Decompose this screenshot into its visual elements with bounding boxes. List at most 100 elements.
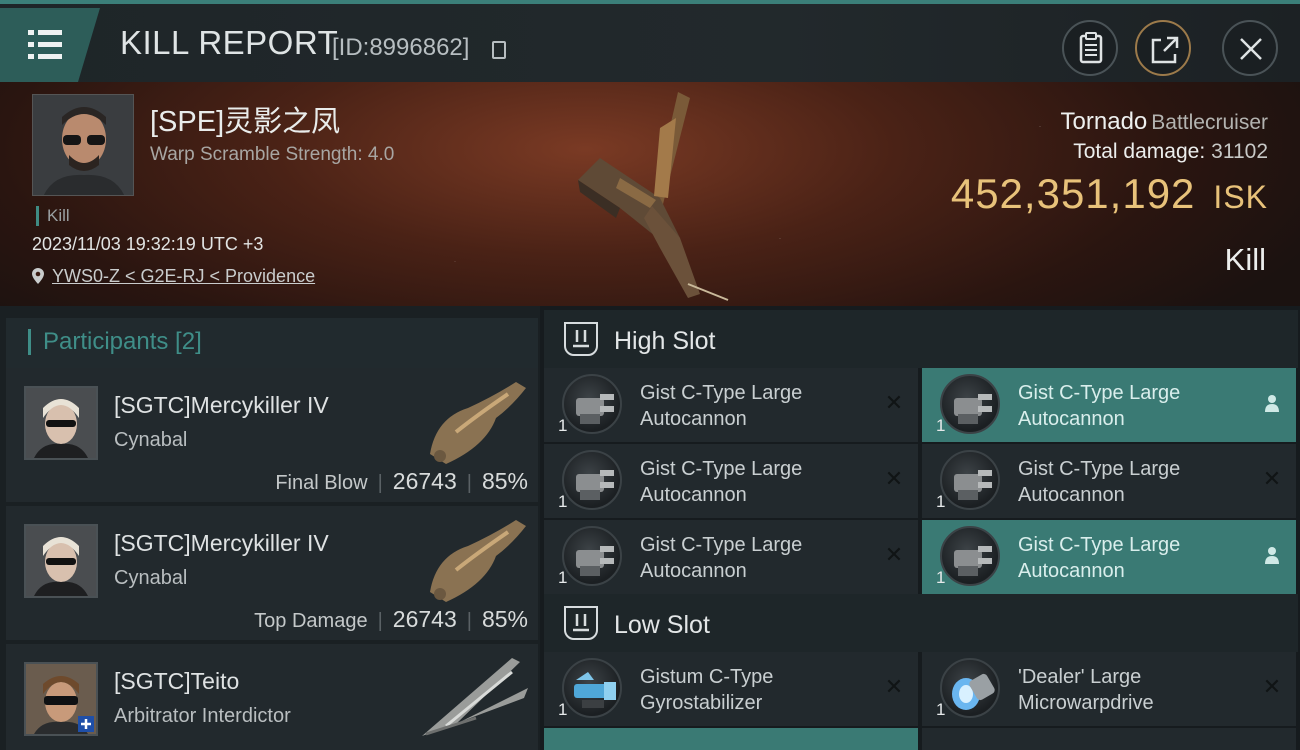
high-slot-label: High Slot <box>614 327 716 355</box>
module-name-line2: Autocannon <box>640 560 747 582</box>
module-name-line2: Autocannon <box>640 484 747 506</box>
clipboard-icon <box>1079 32 1103 64</box>
participant-avatar[interactable] <box>24 524 98 598</box>
participant-name: [SGTC]Mercykiller IV <box>114 392 329 418</box>
participant-role: Final Blow <box>275 472 368 494</box>
participant-card[interactable]: [SGTC]Mercykiller IV Cynabal Final Blow |… <box>6 368 538 502</box>
microwarpdrive-icon <box>940 658 1000 718</box>
ship-class: Battlecruiser <box>1151 111 1268 134</box>
isk-value: 452,351,192 ISK <box>951 170 1268 218</box>
module-name-line2: Autocannon <box>1018 408 1125 430</box>
page-title: KILL REPORT <box>120 24 339 61</box>
participants-header: Participants [2] <box>6 318 538 368</box>
destroyed-icon: ✕ <box>1262 466 1282 491</box>
low-slot-header: Low Slot <box>544 594 1298 652</box>
location-pin-icon <box>32 268 44 284</box>
participant-name: [SGTC]Mercykiller IV <box>114 530 329 556</box>
module-quantity: 1 <box>936 568 946 587</box>
gyrostabilizer-icon <box>562 658 622 718</box>
total-damage-value: 31102 <box>1211 140 1268 163</box>
module-item[interactable]: 1 Gist C-Type Large Autocannon ✕ <box>544 444 918 518</box>
destroyed-icon: ✕ <box>884 674 904 699</box>
header-bar: KILL REPORT [ID:8996862] <box>0 0 1300 82</box>
participant-percent: 85% <box>481 468 528 494</box>
module-name: Gist C-Type Large Autocannon <box>640 380 870 432</box>
autocannon-icon <box>940 374 1000 434</box>
module-name-line1: Gist C-Type Large <box>640 534 803 556</box>
participant-stats: Top Damage | 26743 | 85% <box>254 606 528 632</box>
module-name-line1: Gist C-Type Large <box>1018 382 1181 404</box>
module-item[interactable]: 1 Gist C-Type Large Autocannon ✕ <box>544 368 918 442</box>
participant-card[interactable]: [SGTC]Mercykiller IV Cynabal Top Damage |… <box>6 506 538 640</box>
person-icon <box>1265 547 1279 564</box>
high-slot-icon <box>564 322 598 356</box>
module-item[interactable] <box>922 728 1296 750</box>
module-item[interactable] <box>544 728 918 750</box>
module-name: Gist C-Type Large Autocannon <box>640 456 870 508</box>
module-name: Gistum C-Type Gyrostabilizer <box>640 664 870 716</box>
module-name-line1: Gist C-Type Large <box>1018 458 1181 480</box>
clipboard-button[interactable] <box>1062 20 1118 76</box>
participant-stats: Final Blow | 26743 | 85% <box>275 468 528 494</box>
kill-tag: Kill <box>36 206 70 226</box>
fitting-panel: High Slot 1 Gist C-Type Large Autocannon … <box>540 306 1300 750</box>
total-damage-label: Total damage: <box>1073 140 1206 163</box>
module-name-line1: Gist C-Type Large <box>640 458 803 480</box>
module-quantity: 1 <box>558 568 568 587</box>
victim-avatar[interactable] <box>32 94 134 196</box>
pilot-portrait-icon <box>26 664 96 734</box>
result-label: Kill <box>1224 242 1266 277</box>
location-text[interactable]: YWS0-Z < G2E-RJ < Providence <box>52 266 315 286</box>
isk-amount: 452,351,192 <box>950 170 1196 217</box>
person-icon <box>1265 395 1279 412</box>
share-icon <box>1151 36 1179 64</box>
module-item[interactable]: 1 Gist C-Type Large Autocannon <box>922 520 1296 594</box>
participant-name: [SGTC]Teito <box>114 668 240 694</box>
close-button[interactable] <box>1222 20 1278 76</box>
report-id: [ID:8996862] <box>332 34 470 61</box>
participant-ship-image <box>422 658 528 736</box>
low-slot-icon <box>564 606 598 640</box>
autocannon-icon <box>940 526 1000 586</box>
module-item[interactable]: 1 'Dealer' Large Microwarpdrive ✕ <box>922 652 1296 726</box>
participants-panel: Participants [2] [SGTC]Mercykiller IV Cy… <box>0 306 540 750</box>
module-name: 'Dealer' Large Microwarpdrive <box>1018 664 1248 716</box>
module-item[interactable]: 1 Gist C-Type Large Autocannon <box>922 368 1296 442</box>
menu-button[interactable] <box>0 8 100 82</box>
participant-card[interactable]: [SGTC]Teito Arbitrator Interdictor <box>6 644 538 750</box>
module-item[interactable]: 1 Gist C-Type Large Autocannon ✕ <box>544 520 918 594</box>
low-slot-label: Low Slot <box>614 611 710 639</box>
module-name-line2: Autocannon <box>1018 484 1125 506</box>
module-name-line1: 'Dealer' Large <box>1018 666 1142 688</box>
participant-avatar[interactable] <box>24 386 98 460</box>
copy-icon[interactable] <box>492 41 506 59</box>
victim-banner: [SPE]灵影之凤 Warp Scramble Strength: 4.0 Ki… <box>0 82 1300 306</box>
module-item[interactable]: 1 Gist C-Type Large Autocannon ✕ <box>922 444 1296 518</box>
location-link[interactable]: YWS0-Z < G2E-RJ < Providence <box>32 266 315 287</box>
participant-ship-image <box>430 520 526 602</box>
victim-subtitle: Warp Scramble Strength: 4.0 <box>150 144 395 165</box>
module-item[interactable]: 1 Gistum C-Type Gyrostabilizer ✕ <box>544 652 918 726</box>
module-quantity: 1 <box>558 416 568 435</box>
participant-avatar[interactable] <box>24 662 98 736</box>
victim-name[interactable]: [SPE]灵影之凤 <box>150 98 340 140</box>
participant-ship: Cynabal <box>114 567 188 589</box>
module-quantity: 1 <box>558 492 568 511</box>
module-name: Gist C-Type Large Autocannon <box>1018 380 1248 432</box>
high-slot-header: High Slot <box>544 310 1298 368</box>
module-name-line2: Autocannon <box>1018 560 1125 582</box>
share-button[interactable] <box>1135 20 1191 76</box>
victim-ship-name[interactable]: Tornado Battlecruiser <box>1061 108 1268 136</box>
destroyed-icon: ✕ <box>1262 674 1282 699</box>
autocannon-icon <box>562 526 622 586</box>
module-name-line2: Microwarpdrive <box>1018 692 1154 714</box>
module-quantity: 1 <box>936 416 946 435</box>
victim-ship-image <box>578 92 729 301</box>
module-name-line2: Gyrostabilizer <box>640 692 763 714</box>
isk-unit: ISK <box>1213 179 1268 215</box>
autocannon-icon <box>562 374 622 434</box>
module-quantity: 1 <box>936 492 946 511</box>
module-quantity: 1 <box>936 700 946 719</box>
participant-role: Top Damage <box>254 610 368 632</box>
pilot-portrait-icon <box>26 526 96 596</box>
